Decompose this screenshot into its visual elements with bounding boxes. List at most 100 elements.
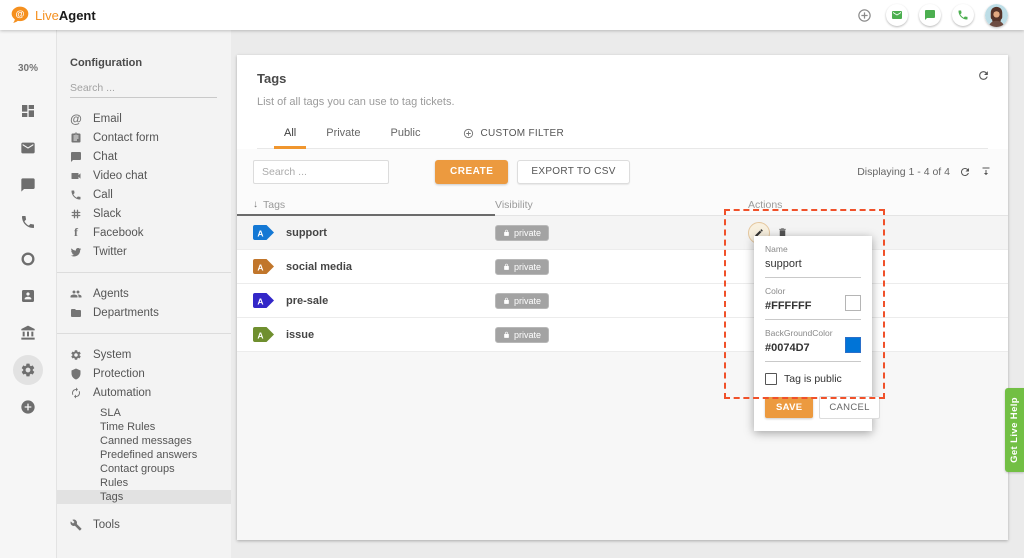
create-button[interactable]: CREATE — [435, 160, 508, 184]
tag-name: issue — [286, 329, 314, 341]
sidebar-item-slack[interactable]: Slack — [57, 204, 231, 223]
user-avatar[interactable] — [985, 4, 1008, 27]
sorted-column-underline — [237, 214, 495, 216]
sidebar-sub-time-rules[interactable]: Time Rules — [57, 420, 231, 434]
sub-label: SLA — [100, 407, 121, 419]
sidebar-item-protection[interactable]: Protection — [57, 364, 231, 383]
color-field: Color — [765, 286, 861, 320]
export-csv-button[interactable]: EXPORT TO CSV — [517, 160, 629, 184]
icon-rail: 30% — [0, 30, 57, 558]
refresh-icon[interactable] — [959, 166, 971, 178]
brand-text: LiveAgent — [35, 8, 96, 23]
sidebar-item-contact-form[interactable]: Contact form — [57, 128, 231, 147]
sidebar-sub-tags[interactable]: Tags — [57, 490, 231, 504]
name-label: Name — [765, 244, 861, 254]
avatar-image — [985, 4, 1008, 27]
displaying-count: Displaying 1 - 4 of 4 — [857, 166, 950, 178]
rail-item-addons[interactable] — [0, 388, 56, 425]
get-live-help-button[interactable]: Get Live Help — [1005, 388, 1024, 472]
new-call-button[interactable] — [952, 4, 974, 26]
sidebar-item-label: Call — [93, 189, 113, 201]
sidebar-item-automation[interactable]: Automation — [57, 383, 231, 402]
tag-shape-icon: A — [253, 327, 275, 342]
column-header-tags[interactable]: ↓ Tags — [237, 199, 495, 211]
refresh-icon — [977, 69, 990, 82]
table-row-pre-sale[interactable]: A pre-sale private — [237, 284, 1008, 318]
popup-buttons: SAVE CANCEL — [765, 396, 861, 419]
sidebar-item-twitter[interactable]: Twitter — [57, 242, 231, 261]
export-download-icon[interactable] — [980, 166, 992, 178]
sidebar-item-call[interactable]: Call — [57, 185, 231, 204]
color-swatch[interactable] — [845, 295, 861, 311]
slack-icon — [70, 208, 82, 220]
gear-icon — [70, 349, 82, 361]
table-header: ↓ Tags Visibility Actions — [237, 194, 1008, 216]
column-header-actions[interactable]: Actions — [748, 199, 1008, 211]
sidebar-sub-sla[interactable]: SLA — [57, 406, 231, 420]
new-email-button[interactable] — [886, 4, 908, 26]
private-badge: private — [495, 327, 549, 343]
rail-item-customers[interactable] — [0, 277, 56, 314]
background-color-swatch[interactable] — [845, 337, 861, 353]
refresh-button[interactable] — [977, 69, 990, 82]
tags-search-input[interactable] — [253, 160, 389, 184]
rail-item-dashboard[interactable] — [0, 92, 56, 129]
bank-icon — [20, 325, 36, 341]
add-button[interactable] — [853, 4, 875, 26]
sidebar-sub-canned-messages[interactable]: Canned messages — [57, 434, 231, 448]
svg-text:A: A — [257, 296, 263, 306]
sidebar-item-departments[interactable]: Departments — [57, 303, 231, 322]
sidebar-search-input[interactable] — [70, 79, 217, 98]
sidebar-item-agents[interactable]: Agents — [57, 284, 231, 303]
phone-icon — [957, 9, 969, 21]
tab-all[interactable]: All — [269, 127, 311, 148]
tab-private[interactable]: Private — [311, 127, 375, 148]
table-row-social-media[interactable]: A social media private — [237, 250, 1008, 284]
sidebar-item-facebook[interactable]: f Facebook — [57, 223, 231, 242]
videocam-icon — [70, 170, 82, 182]
dashboard-icon — [20, 103, 36, 119]
sidebar-sub-rules[interactable]: Rules — [57, 476, 231, 490]
edit-tag-popup: Name Color BackGroundColor Tag is public… — [754, 236, 872, 431]
name-input[interactable] — [765, 258, 835, 270]
cancel-button[interactable]: CANCEL — [819, 396, 879, 419]
custom-filter-label: CUSTOM FILTER — [480, 128, 564, 139]
sidebar-item-email[interactable]: @ Email — [57, 109, 231, 128]
liveagent-logo[interactable]: @ LiveAgent — [0, 5, 96, 25]
table-row-issue[interactable]: A issue private — [237, 318, 1008, 352]
table-row-support[interactable]: A support private — [237, 216, 1008, 250]
tag-name: social media — [286, 261, 352, 273]
badge-label: private — [514, 330, 541, 340]
tab-public[interactable]: Public — [375, 127, 435, 148]
sidebar-item-chat[interactable]: Chat — [57, 147, 231, 166]
tag-cell: A issue — [237, 327, 495, 342]
rail-item-tickets[interactable] — [0, 129, 56, 166]
column-label: Tags — [263, 199, 285, 211]
tag-shape-icon: A — [253, 293, 275, 308]
save-button[interactable]: SAVE — [765, 397, 813, 418]
background-color-input[interactable] — [765, 342, 835, 354]
sidebar-sub-predefined-answers[interactable]: Predefined answers — [57, 448, 231, 462]
rail-item-company[interactable] — [0, 314, 56, 351]
sidebar-divider — [57, 333, 231, 334]
visibility-cell: private — [495, 258, 748, 276]
color-input[interactable] — [765, 300, 835, 312]
custom-filter-button[interactable]: CUSTOM FILTER — [463, 128, 564, 148]
sidebar-sub-contact-groups[interactable]: Contact groups — [57, 462, 231, 476]
at-icon: @ — [70, 112, 82, 126]
sidebar-item-tools[interactable]: Tools — [57, 515, 231, 534]
rail-item-calls[interactable] — [0, 203, 56, 240]
top-bar: @ LiveAgent — [0, 0, 1024, 30]
column-header-visibility[interactable]: Visibility — [495, 199, 748, 211]
sidebar-item-system[interactable]: System — [57, 345, 231, 364]
sidebar-item-video-chat[interactable]: Video chat — [57, 166, 231, 185]
sidebar-search — [70, 78, 217, 98]
rail-item-configuration[interactable] — [0, 351, 56, 388]
rail-item-chats[interactable] — [0, 166, 56, 203]
contact-card-icon — [20, 288, 36, 304]
rail-item-reports[interactable] — [0, 240, 56, 277]
sidebar-item-label: Email — [93, 113, 122, 125]
new-chat-button[interactable] — [919, 4, 941, 26]
page-title: Tags — [257, 71, 988, 86]
tag-public-checkbox[interactable] — [765, 373, 777, 385]
